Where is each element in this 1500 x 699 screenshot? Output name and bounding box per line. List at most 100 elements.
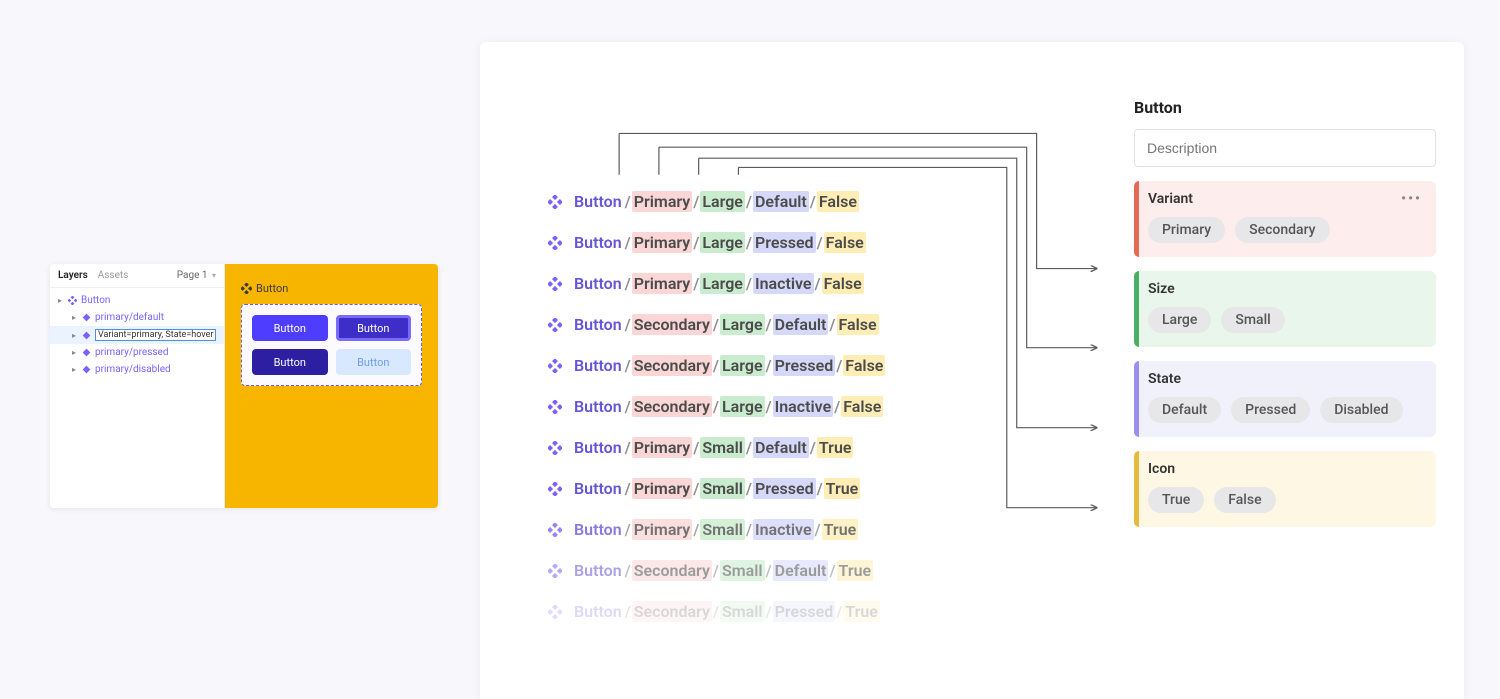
- variant-icon: [82, 365, 91, 374]
- seg-name: Button: [572, 396, 624, 417]
- layer-row-root[interactable]: ▸ Button: [50, 292, 224, 309]
- component-icon: [548, 277, 562, 291]
- tab-assets[interactable]: Assets: [98, 270, 129, 281]
- seg-icon: False: [837, 314, 879, 335]
- variant-path-row[interactable]: Button/Secondary/Large/Default/False: [548, 315, 914, 334]
- seg-state: Inactive: [773, 396, 834, 417]
- seg-state: Inactive: [753, 273, 814, 294]
- component-name: Button: [256, 282, 288, 295]
- component-icon: [548, 195, 562, 209]
- option-pill[interactable]: Secondary: [1235, 217, 1329, 243]
- variant-path-row[interactable]: Button/Secondary/Large/Inactive/False: [548, 397, 914, 416]
- property-card-variant: Variant•••PrimarySecondary: [1134, 181, 1436, 257]
- seg-size: Small: [700, 519, 745, 540]
- seg-name: Button: [572, 273, 624, 294]
- seg-size: Large: [700, 191, 745, 212]
- component-icon: [68, 296, 77, 305]
- option-pill[interactable]: Default: [1148, 397, 1221, 423]
- variant-path-row[interactable]: Button/Primary/Small/Pressed/True: [548, 479, 914, 498]
- seg-state: Pressed: [773, 355, 836, 376]
- variant-frame[interactable]: Button Button Button Button: [241, 304, 422, 386]
- seg-variant: Primary: [632, 273, 693, 294]
- option-pill[interactable]: True: [1148, 487, 1204, 513]
- seg-variant: Primary: [632, 478, 693, 499]
- seg-state: Default: [773, 314, 829, 335]
- seg-variant: Secondary: [632, 560, 712, 581]
- seg-size: Large: [720, 355, 765, 376]
- seg-name: Button: [572, 560, 624, 581]
- sample-button-disabled: Button: [336, 349, 412, 375]
- component-icon: [241, 283, 252, 294]
- seg-name: Button: [572, 478, 624, 499]
- variant-mapping-card: Button/Primary/Large/Default/False Button…: [480, 42, 1464, 699]
- option-pill[interactable]: False: [1214, 487, 1275, 513]
- variant-path-row[interactable]: Button/Primary/Large/Default/False: [548, 192, 914, 211]
- seg-size: Large: [720, 314, 765, 335]
- variant-path-row[interactable]: Button/Secondary/Small/Pressed/True: [548, 602, 914, 621]
- component-icon: [548, 441, 562, 455]
- seg-size: Large: [700, 273, 745, 294]
- layer-label: primary/disabled: [95, 364, 171, 375]
- seg-name: Button: [572, 232, 624, 253]
- seg-variant: Secondary: [632, 396, 712, 417]
- layer-row[interactable]: ▸ primary/pressed: [50, 344, 224, 361]
- seg-variant: Secondary: [632, 314, 712, 335]
- seg-variant: Primary: [632, 232, 693, 253]
- property-card-state: StateDefaultPressedDisabled: [1134, 361, 1436, 437]
- layer-tree: ▸ Button ▸ primary/default ▸ Variant=pri…: [50, 288, 224, 382]
- seg-size: Large: [720, 396, 765, 417]
- variant-path-row[interactable]: Button/Secondary/Large/Pressed/False: [548, 356, 914, 375]
- seg-state: Pressed: [773, 601, 836, 622]
- layer-row[interactable]: ▸ primary/default: [50, 309, 224, 326]
- seg-name: Button: [572, 519, 624, 540]
- property-card-size: Size Large Small: [1134, 271, 1436, 347]
- variant-icon: [82, 331, 91, 340]
- sample-button-default: Button: [252, 315, 328, 341]
- caret-icon: ▸: [72, 313, 78, 322]
- seg-icon: True: [824, 478, 861, 499]
- seg-size: Small: [720, 560, 765, 581]
- canvas-mock: Button Button Button Button Button: [225, 264, 438, 508]
- layer-label-editing[interactable]: Variant=primary, State=hover: [95, 329, 216, 341]
- seg-size: Small: [720, 601, 765, 622]
- description-input[interactable]: [1134, 129, 1436, 167]
- variant-path-row[interactable]: Button/Secondary/Small/Default/True: [548, 561, 914, 580]
- option-pill[interactable]: Large: [1148, 307, 1211, 333]
- seg-icon: False: [841, 396, 883, 417]
- option-pill[interactable]: Disabled: [1320, 397, 1402, 423]
- layer-row-selected[interactable]: ▸ Variant=primary, State=hover: [50, 326, 224, 344]
- variant-path-row[interactable]: Button/Primary/Small/Inactive/True: [548, 520, 914, 539]
- seg-icon: False: [822, 273, 864, 294]
- more-icon[interactable]: •••: [1401, 191, 1422, 207]
- variant-path-row[interactable]: Button/Primary/Large/Inactive/False: [548, 274, 914, 293]
- component-icon: [548, 236, 562, 250]
- sample-button-pressed: Button: [252, 349, 328, 375]
- seg-size: Large: [700, 232, 745, 253]
- chevron-down-icon: ▾: [212, 271, 216, 280]
- tab-layers[interactable]: Layers: [58, 270, 88, 281]
- component-icon: [548, 359, 562, 373]
- seg-size: Small: [700, 478, 745, 499]
- variant-path-list: Button/Primary/Large/Default/False Button…: [548, 192, 914, 643]
- option-pill[interactable]: Small: [1221, 307, 1284, 333]
- option-pill[interactable]: Primary: [1148, 217, 1225, 243]
- variant-path-row[interactable]: Button/Primary/Large/Pressed/False: [548, 233, 914, 252]
- property-label: Size: [1148, 281, 1175, 297]
- color-stripe: [1134, 361, 1139, 437]
- seg-state: Pressed: [753, 232, 816, 253]
- page-selector[interactable]: Page 1 ▾: [177, 270, 216, 281]
- seg-variant: Primary: [632, 519, 693, 540]
- component-icon: [548, 482, 562, 496]
- caret-icon: ▸: [72, 365, 78, 374]
- seg-icon: False: [817, 191, 859, 212]
- variant-path-row[interactable]: Button/Primary/Small/Default/True: [548, 438, 914, 457]
- caret-icon: ▸: [58, 296, 64, 305]
- property-card-icon: IconTrueFalse: [1134, 451, 1436, 527]
- seg-icon: True: [837, 560, 874, 581]
- seg-variant: Primary: [632, 437, 693, 458]
- seg-state: Default: [753, 437, 809, 458]
- option-pill[interactable]: Pressed: [1231, 397, 1310, 423]
- seg-name: Button: [572, 355, 624, 376]
- layer-row[interactable]: ▸ primary/disabled: [50, 361, 224, 378]
- seg-size: Small: [700, 437, 745, 458]
